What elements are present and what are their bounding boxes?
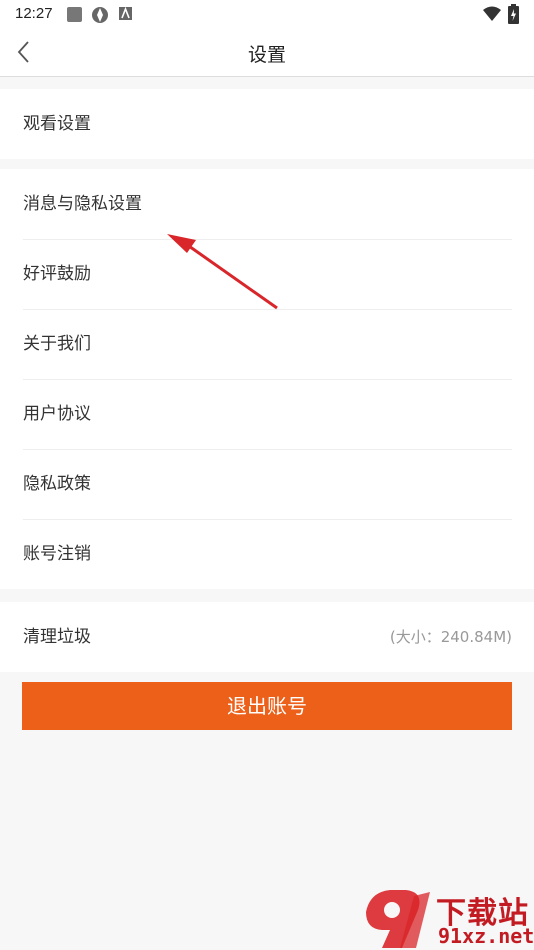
alert-notification-icon	[119, 6, 132, 20]
watch-settings-label: 观看设置	[23, 114, 91, 134]
privacy-policy-item[interactable]: 隐私政策	[0, 449, 534, 519]
sync-notification-icon	[92, 7, 108, 23]
message-privacy-settings-item[interactable]: 消息与隐私设置	[0, 169, 534, 239]
main-settings-group: 消息与隐私设置 好评鼓励 关于我们 用户协议 隐私政策 账号注销	[0, 169, 534, 589]
user-agreement-item[interactable]: 用户协议	[0, 379, 534, 449]
status-time: 12:27	[15, 5, 53, 22]
user-agreement-label: 用户协议	[23, 404, 91, 424]
rate-app-label: 好评鼓励	[23, 264, 91, 284]
wifi-icon	[483, 6, 501, 21]
clear-cache-label: 清理垃圾	[23, 627, 91, 647]
clear-cache-item[interactable]: 清理垃圾 (大小：240.84M)	[0, 602, 534, 672]
app-notification-icon	[67, 7, 82, 22]
cache-size-value: (大小：240.84M)	[389, 628, 512, 646]
cache-group: 清理垃圾 (大小：240.84M)	[0, 602, 534, 672]
logout-button[interactable]: 退出账号	[22, 682, 512, 730]
rate-app-item[interactable]: 好评鼓励	[0, 239, 534, 309]
watermark-domain: 91xz.net	[438, 924, 534, 948]
about-us-item[interactable]: 关于我们	[0, 309, 534, 379]
status-bar: 12:27	[0, 0, 534, 28]
message-privacy-settings-label: 消息与隐私设置	[23, 194, 142, 214]
about-us-label: 关于我们	[23, 334, 91, 354]
battery-icon	[508, 4, 519, 24]
privacy-policy-label: 隐私政策	[23, 474, 91, 494]
navigation-bar: 设置	[0, 28, 534, 77]
page-title: 设置	[247, 44, 286, 66]
account-deletion-item[interactable]: 账号注销	[0, 519, 534, 589]
watch-settings-group: 观看设置	[0, 89, 534, 159]
watch-settings-item[interactable]: 观看设置	[0, 89, 534, 159]
account-deletion-label: 账号注销	[23, 544, 91, 564]
